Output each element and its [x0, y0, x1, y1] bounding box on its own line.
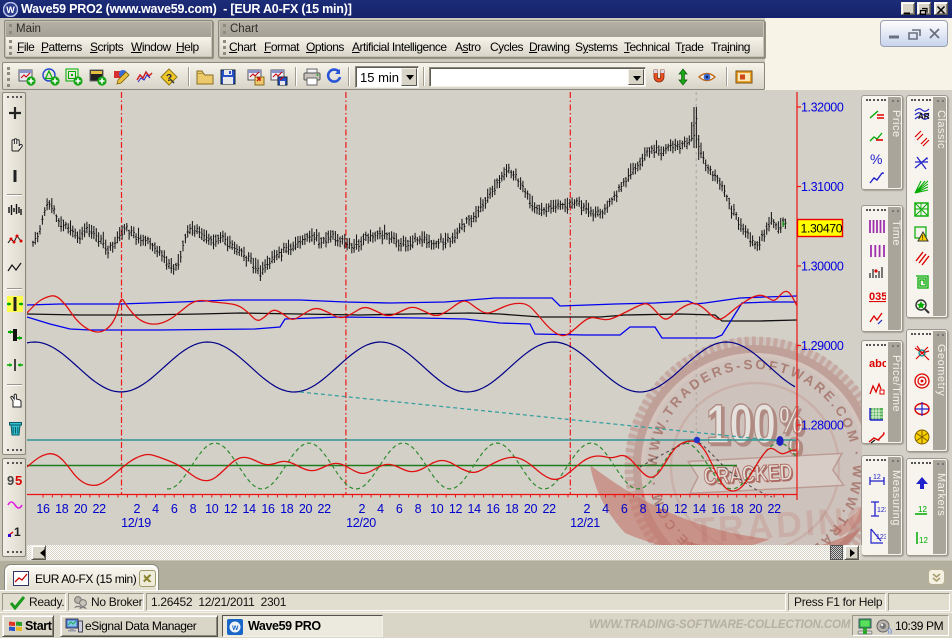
- svg-text:20: 20: [524, 502, 538, 516]
- svg-text:6: 6: [171, 502, 178, 516]
- svg-text:?: ?: [166, 73, 172, 84]
- svg-text:4: 4: [602, 502, 609, 516]
- svg-text:100: 100: [706, 392, 776, 455]
- svg-text:12: 12: [449, 502, 463, 516]
- svg-text:8: 8: [190, 502, 197, 516]
- svg-text:16: 16: [486, 502, 500, 516]
- svg-text:20: 20: [74, 502, 88, 516]
- svg-text:1.29000: 1.29000: [801, 339, 844, 353]
- svg-text:14: 14: [243, 502, 257, 516]
- svg-text:22: 22: [93, 502, 107, 516]
- svg-text:2: 2: [133, 502, 140, 516]
- svg-text:10: 10: [205, 502, 219, 516]
- svg-text:6: 6: [396, 502, 403, 516]
- svg-text:5: 5: [15, 473, 22, 488]
- svg-text:12/20: 12/20: [346, 516, 376, 530]
- svg-text:14: 14: [468, 502, 482, 516]
- svg-text:123: 123: [877, 507, 886, 514]
- svg-text:20: 20: [749, 502, 763, 516]
- svg-text:22: 22: [543, 502, 557, 516]
- svg-text:4: 4: [377, 502, 384, 516]
- svg-text:!: !: [922, 235, 924, 242]
- svg-text:20: 20: [299, 502, 313, 516]
- svg-text:2: 2: [358, 502, 365, 516]
- svg-text:18: 18: [505, 502, 519, 516]
- svg-text:12/21: 12/21: [570, 516, 600, 530]
- svg-text:AR: AR: [918, 112, 930, 121]
- svg-text:12: 12: [873, 474, 881, 481]
- svg-text:8: 8: [640, 502, 647, 516]
- svg-text:1.30470: 1.30470: [801, 222, 843, 236]
- svg-text:10: 10: [430, 502, 444, 516]
- svg-text:6: 6: [621, 502, 628, 516]
- svg-text:12: 12: [224, 502, 238, 516]
- svg-text:9: 9: [7, 473, 14, 488]
- svg-text:1.31000: 1.31000: [801, 180, 844, 194]
- svg-text:1.32000: 1.32000: [801, 101, 844, 115]
- svg-text:12: 12: [674, 502, 688, 516]
- svg-text:18: 18: [730, 502, 744, 516]
- svg-text:22: 22: [318, 502, 332, 516]
- svg-text:8: 8: [415, 502, 422, 516]
- svg-text:14: 14: [693, 502, 707, 516]
- svg-text:16: 16: [711, 502, 725, 516]
- svg-text:12: 12: [919, 536, 928, 545]
- svg-text:12/19: 12/19: [121, 516, 151, 530]
- svg-text:1: 1: [14, 525, 21, 539]
- svg-text:W: W: [6, 5, 15, 15]
- svg-text:1.28000: 1.28000: [801, 419, 844, 433]
- svg-text:%: %: [870, 151, 882, 167]
- svg-text:12: 12: [918, 505, 927, 514]
- svg-text:18: 18: [280, 502, 294, 516]
- svg-text:22: 22: [768, 502, 782, 516]
- svg-text:18: 18: [55, 502, 69, 516]
- svg-text:123: 123: [876, 534, 886, 541]
- svg-text:abc: abc: [869, 358, 886, 370]
- svg-text:16: 16: [36, 502, 50, 516]
- svg-text:4: 4: [152, 502, 159, 516]
- svg-text:w: w: [231, 623, 239, 632]
- svg-text:1.30000: 1.30000: [801, 260, 844, 274]
- svg-text:10: 10: [655, 502, 669, 516]
- svg-text:2: 2: [583, 502, 590, 516]
- svg-text:16: 16: [261, 502, 275, 516]
- svg-text:035: 035: [869, 291, 886, 303]
